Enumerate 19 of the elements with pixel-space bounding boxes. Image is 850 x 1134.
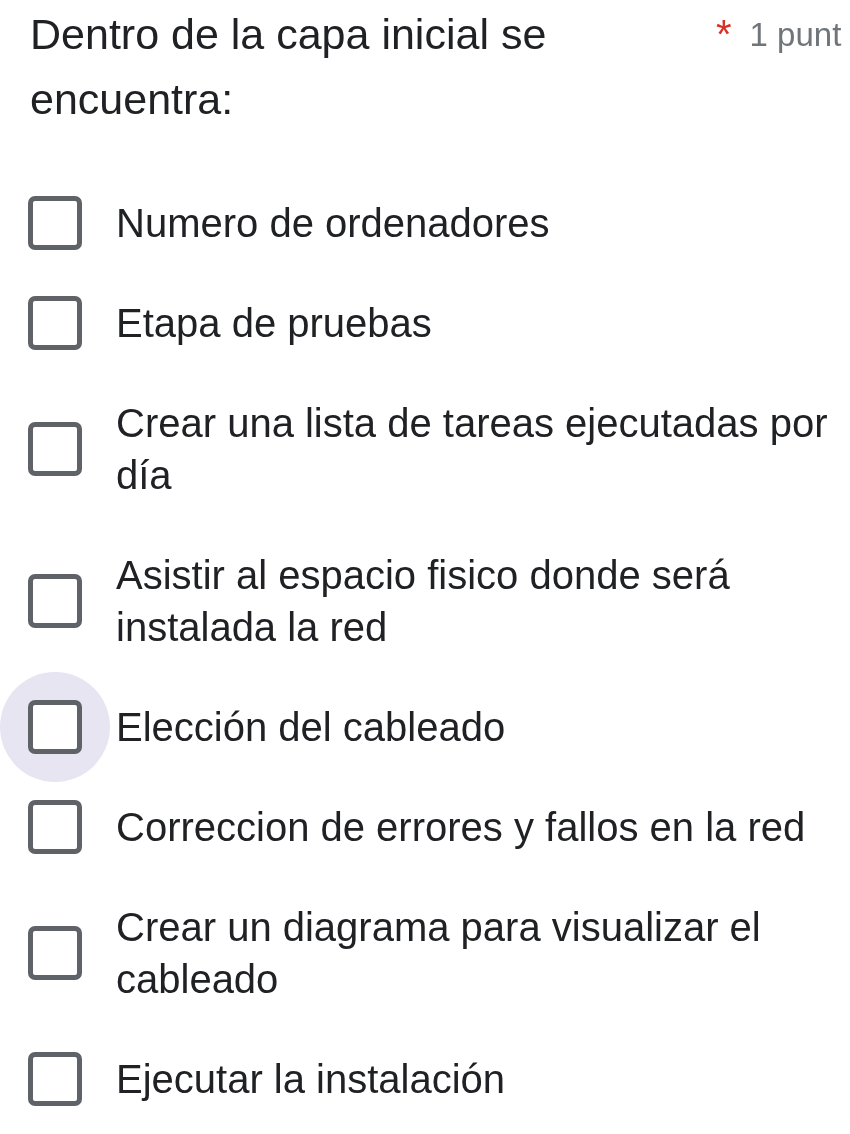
checkbox[interactable]: [28, 700, 82, 754]
checkbox[interactable]: [28, 196, 82, 250]
checkbox[interactable]: [28, 422, 82, 476]
checkbox[interactable]: [28, 574, 82, 628]
required-asterisk: *: [716, 11, 732, 58]
points-label: 1 punt: [749, 15, 842, 55]
checkbox[interactable]: [28, 296, 82, 350]
option-label: Asistir al espacio fisico donde será instalada la red: [116, 552, 731, 651]
option-label: Numero de ordenadores: [116, 200, 551, 247]
option-label: Crear un diagrama para visualizar el cableado: [116, 904, 762, 1003]
question-title: Dentro de la capa inicial se encuentra:: [30, 9, 548, 125]
option-label: Elección del cableado: [116, 704, 507, 751]
option-label: Ejecutar la instalación: [116, 1056, 507, 1103]
checkbox[interactable]: [28, 800, 82, 854]
checkbox[interactable]: [28, 926, 82, 980]
option-label: Correccion de errores y fallos en la red: [116, 804, 807, 851]
option-label: Etapa de pruebas: [116, 300, 433, 347]
option-label: Crear una lista de tareas ejecutadas por día: [116, 400, 829, 499]
checkbox[interactable]: [28, 1052, 82, 1106]
